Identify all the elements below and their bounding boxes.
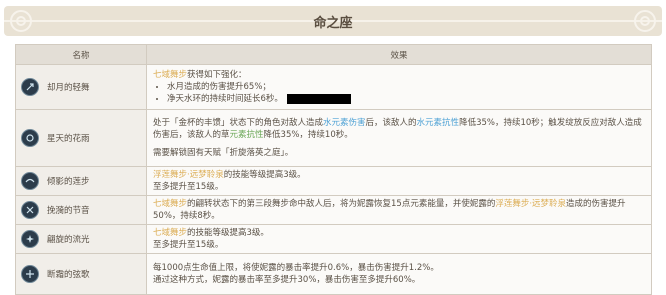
redaction-bar [286, 93, 351, 104]
hydro-constellation-icon [21, 78, 39, 96]
list-item: 水月造成的伤害提升65%； [167, 81, 645, 93]
constellation-name: 倾影的莲步 [47, 177, 90, 187]
effect-text: 降低35%，持续10秒。 [263, 130, 353, 140]
ornament-right-icon [634, 10, 656, 32]
table-row: 挽漪的节音 七域舞步的翩转状态下的第三段舞步命中敌人后，将为妮露恢复15点元素能… [15, 195, 652, 225]
name-cell: 挽漪的节音 [15, 195, 147, 225]
effect-cell: 七域舞步的技能等级提高3级。 至多提升至15级。 [146, 224, 652, 254]
constellation-name: 挽漪的节音 [47, 206, 90, 216]
constellation-name: 断霜的弦歌 [47, 270, 90, 280]
effect-text: 的技能等级提高3级。 [223, 170, 306, 180]
hydro-constellation-icon [21, 129, 39, 147]
element-link[interactable]: 水元素抗性 [417, 118, 460, 128]
skill-link[interactable]: 浮莲舞步·远梦聆泉 [153, 170, 224, 180]
list-item: 净天水环的持续时间延长6秒。 [167, 93, 645, 105]
table-row: 断霜的弦歌 每1000点生命值上限，将使妮露的暴击率提升0.6%，暴击伤害提升1… [15, 253, 652, 295]
effect-text: 的翩转状态下的第三段舞步命中敌人后，将为妮露恢复15点元素能量，并使妮露的 [187, 199, 496, 209]
constellation-name: 星天的花雨 [47, 134, 90, 144]
effect-cell: 七域舞步的翩转状态下的第三段舞步命中敌人后，将为妮露恢复15点元素能量，并使妮露… [146, 195, 652, 225]
table-row: 星天的花雨 处于「金杯的丰馈」状态下的角色对敌人造成水元素伤害后，该敌人的水元素… [15, 109, 652, 167]
skill-link[interactable]: 七域舞步 [153, 70, 187, 80]
table-row: 倾影的莲步 浮莲舞步·远梦聆泉的技能等级提高3级。 至多提升至15级。 [15, 166, 652, 196]
element-link[interactable]: 水元素伤害 [323, 118, 366, 128]
effect-cell: 七域舞步获得如下强化： 水月造成的伤害提升65%； 净天水环的持续时间延长6秒。 [146, 64, 652, 110]
effect-text: 通过这种方式，妮露的暴击率至多提升30%，暴击伤害至多提升60%。 [153, 275, 421, 285]
column-header-name: 名称 [15, 44, 147, 65]
hydro-constellation-icon [21, 230, 39, 248]
name-cell: 倾影的莲步 [15, 166, 147, 196]
effect-text: 后，该敌人的 [365, 118, 417, 128]
effect-text: 获得如下强化： [187, 70, 247, 80]
page: 命之座 名称 效果 却月的轻舞 七域舞步获得如下强化： • 水月造成的伤害提升6… [0, 0, 666, 295]
element-link[interactable]: 元素抗性 [230, 130, 264, 140]
title-banner: 命之座 [4, 6, 662, 36]
effect-list: 水月造成的伤害提升65%； 净天水环的持续时间延长6秒。 [167, 81, 645, 105]
requirement-note: 需要解锁固有天赋「折旋落英之庭」。 [153, 148, 294, 158]
hydro-constellation-icon [21, 172, 39, 190]
effect-text: 净天水环的持续时间延长6秒。 [167, 94, 283, 104]
page-title: 命之座 [313, 16, 353, 31]
effect-text: 每1000点生命值上限，将使妮露的暴击率提升0.6%，暴击伤害提升1.2%。 [153, 263, 439, 273]
effect-text: 至多提升至15级。 [153, 240, 224, 250]
skill-link[interactable]: 七域舞步 [153, 228, 187, 238]
effect-text: 处于「金杯的丰馈」状态下的角色对敌人造成 [153, 118, 324, 128]
effect-cell: 每1000点生命值上限，将使妮露的暴击率提升0.6%，暴击伤害提升1.2%。 通… [146, 253, 652, 295]
hydro-constellation-icon [21, 201, 39, 219]
table-row: 翩旋的流光 七域舞步的技能等级提高3级。 至多提升至15级。 [15, 224, 652, 254]
name-cell: 却月的轻舞 [15, 64, 147, 110]
table-row: 却月的轻舞 七域舞步获得如下强化： 水月造成的伤害提升65%； 净天水环的持续时… [15, 64, 652, 110]
column-header-effect: 效果 [146, 44, 652, 65]
skill-link[interactable]: 浮莲舞步·远梦聆泉 [495, 199, 566, 209]
effect-cell: 浮莲舞步·远梦聆泉的技能等级提高3级。 至多提升至15级。 [146, 166, 652, 196]
constellation-name: 翩旋的流光 [47, 235, 90, 245]
effect-cell: 处于「金杯的丰馈」状态下的角色对敌人造成水元素伤害后，该敌人的水元素抗性降低35… [146, 109, 652, 167]
name-cell: 断霜的弦歌 [15, 253, 147, 295]
constellation-name: 却月的轻舞 [47, 83, 90, 93]
hydro-constellation-icon [21, 265, 39, 283]
effect-text: 的技能等级提高3级。 [187, 228, 269, 238]
name-cell: 星天的花雨 [15, 109, 147, 167]
constellation-table: 名称 效果 却月的轻舞 七域舞步获得如下强化： 水月造成的伤害提升65%； 净天… [15, 44, 652, 295]
effect-text: 至多提升至15级。 [153, 182, 224, 192]
skill-link[interactable]: 七域舞步 [153, 199, 187, 209]
name-cell: 翩旋的流光 [15, 224, 147, 254]
